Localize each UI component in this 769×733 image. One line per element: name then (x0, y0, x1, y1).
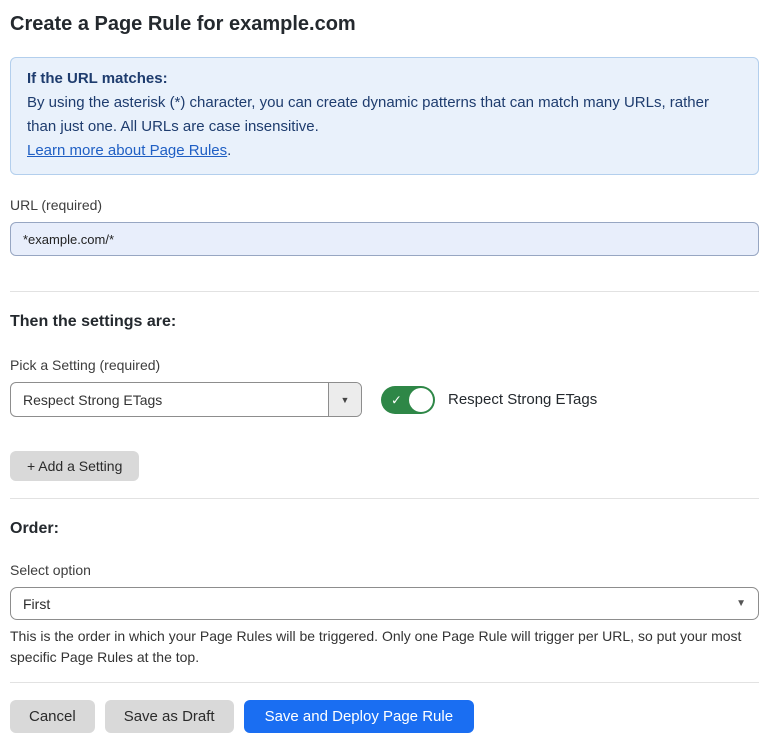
setting-select[interactable]: Respect Strong ETags ▼ (10, 382, 362, 417)
link-suffix: . (227, 142, 231, 159)
footer-buttons: Cancel Save as Draft Save and Deploy Pag… (10, 700, 759, 733)
info-box-body: By using the asterisk (*) character, you… (27, 91, 742, 139)
order-section-heading: Order: (10, 520, 759, 538)
url-input[interactable] (10, 222, 759, 256)
etags-toggle[interactable]: ✓ (381, 386, 435, 414)
url-match-info-box: If the URL matches: By using the asteris… (10, 57, 759, 175)
page-title: Create a Page Rule for example.com (10, 10, 759, 38)
cancel-button[interactable]: Cancel (10, 700, 95, 733)
toggle-knob (409, 388, 433, 412)
add-setting-button[interactable]: + Add a Setting (10, 451, 139, 481)
check-icon: ✓ (391, 393, 402, 406)
info-link-line: Learn more about Page Rules. (27, 139, 742, 163)
order-help-text: This is the order in which your Page Rul… (10, 626, 759, 668)
page-rule-form: Create a Page Rule for example.com If th… (0, 10, 769, 733)
save-deploy-button[interactable]: Save and Deploy Page Rule (244, 700, 474, 733)
divider (10, 498, 759, 499)
chevron-down-icon: ▼ (341, 395, 350, 405)
toggle-label: Respect Strong ETags (448, 391, 597, 408)
save-draft-button[interactable]: Save as Draft (105, 700, 234, 733)
url-field-label: URL (required) (10, 197, 759, 213)
divider (10, 682, 759, 683)
divider (10, 291, 759, 292)
order-select-value: First (23, 596, 736, 612)
pick-setting-label: Pick a Setting (required) (10, 357, 759, 373)
settings-section-heading: Then the settings are: (10, 313, 759, 331)
setting-select-value: Respect Strong ETags (11, 383, 328, 416)
info-box-heading: If the URL matches: (27, 67, 742, 91)
order-select-label: Select option (10, 562, 759, 578)
order-select[interactable]: First ▼ (10, 587, 759, 620)
learn-more-link[interactable]: Learn more about Page Rules (27, 142, 227, 159)
setting-select-arrow-button[interactable]: ▼ (328, 383, 361, 416)
chevron-down-icon: ▼ (736, 598, 746, 609)
setting-row: Respect Strong ETags ▼ ✓ Respect Strong … (10, 382, 759, 417)
